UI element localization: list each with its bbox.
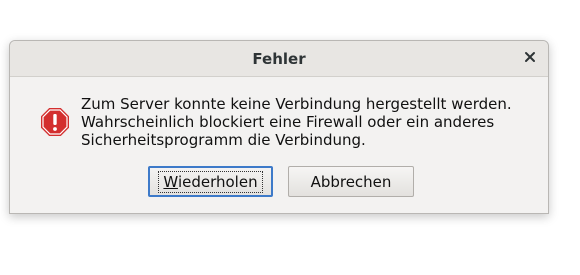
message-line: Wahrscheinlich blockiert eine Firewall o… [81, 113, 495, 131]
retry-label: Wiederholen [158, 170, 263, 193]
retry-label-rest: iederholen [177, 172, 258, 191]
error-message: Zum Server konnte keine Verbindung herge… [81, 95, 541, 149]
message-line: Sicherheitsprogramm die Verbindung. [81, 131, 366, 149]
retry-button[interactable]: Wiederholen [148, 166, 273, 197]
error-dialog: Fehler Zum Server konnte keine Verbindun… [9, 40, 549, 214]
close-icon[interactable] [522, 49, 538, 65]
dialog-title: Fehler [252, 50, 306, 68]
message-line: Zum Server konnte keine Verbindung herge… [81, 95, 512, 113]
error-icon [41, 108, 69, 136]
cancel-button[interactable]: Abbrechen [288, 166, 414, 197]
dialog-titlebar[interactable]: Fehler [10, 41, 548, 77]
retry-mnemonic: W [163, 172, 178, 191]
